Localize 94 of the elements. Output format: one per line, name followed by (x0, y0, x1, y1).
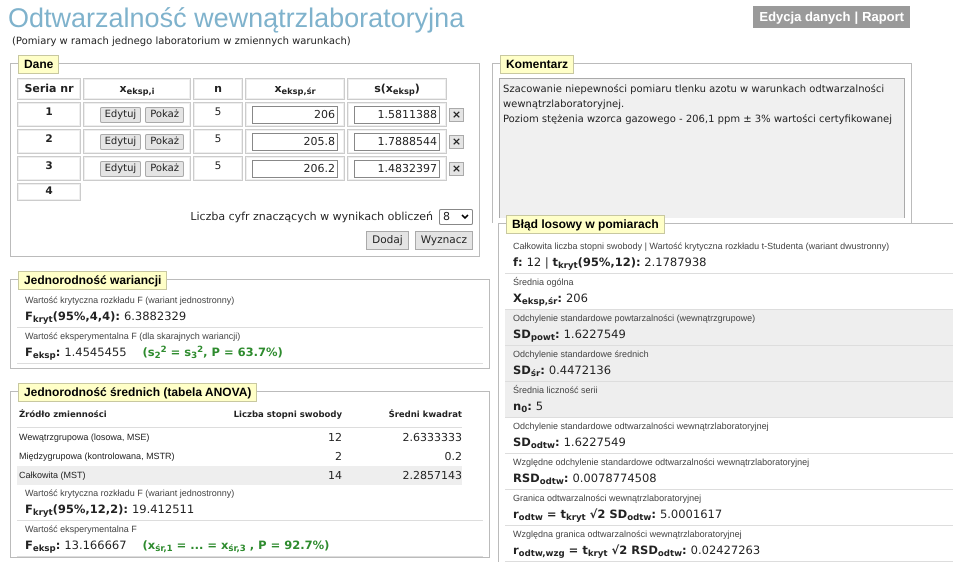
edit-button[interactable]: Edytuj (100, 106, 142, 122)
table-cell-text: 2.6333333 (402, 430, 462, 446)
column-header: Źródło zmienności (17, 404, 217, 428)
result-label: Względna granica odtwarzalności wewnątrzlaboratoryjnej (513, 528, 743, 541)
series-number: 4 (17, 183, 81, 201)
table-cell: Całkowita (MST) (17, 466, 217, 486)
column-header: x$_{eksp,i}$ (83, 78, 191, 100)
mean-field[interactable]: 205.8 (252, 132, 338, 150)
add-button[interactable]: Dodaj (366, 230, 409, 250)
comment-field[interactable]: Szacowanie niepewności pomiaru tlenku azotu w warunkach odtwarzalności wewnątrzlaboratoryjnej. Poziom stężenia wzorca gazowego - 206,1 ppm ± 3% wartości certyfikowanej (499, 78, 905, 218)
table-cell: 2.2857143 (342, 466, 462, 486)
result-label: Względne odchylenie standardowe odtwarzalności wewnątrzlaboratoryjnej (513, 456, 810, 469)
digits-select[interactable]: 8 (439, 209, 473, 226)
table-cell: 5 (193, 156, 243, 181)
result-label: Średnia ogólna (513, 276, 575, 289)
formula: n$_{0}$: (513, 398, 532, 415)
page-title: Odtwarzalność wewnątrzlaboratoryjna (8, 2, 464, 34)
formula: r$_{odtw}$ = t$_{kryt}$ √2 SD$_{odtw}$: (513, 506, 656, 523)
edit-button[interactable]: Edytuj (100, 160, 142, 176)
delete-button[interactable]: × (449, 134, 464, 148)
result-label: Wartość krytyczna rozkładu F (wariant jednostronny) (25, 294, 236, 308)
sd-field[interactable]: 1.4832397 (354, 160, 440, 178)
formula: SD$_{powt}$: (513, 326, 560, 343)
sd-field[interactable]: 1.5811388 (354, 106, 440, 124)
table-cell-text: 0.2 (444, 449, 462, 466)
delete-button[interactable]: × (449, 162, 464, 176)
table-cell-text: 2 (334, 449, 342, 466)
result-label: Wartość eksperymentalna F (dla skarajnych wariancji) (25, 330, 242, 344)
panel-legend: Komentarz (500, 55, 574, 74)
result-label: Odchylenie standardowe powtarzalności (wewnątrzgrupowe) (513, 312, 756, 325)
result-value: 5.0001617 (660, 506, 722, 523)
series-number: 1 (17, 102, 81, 127)
formula: SD$_{odtw}$: (513, 434, 560, 451)
column-header: Liczba stopni swobody (217, 404, 342, 428)
result-note: (x$_{śr,1}$ = ... = x$_{śr,3}$ , P = 92.7%) (142, 537, 330, 554)
column-header: n (193, 78, 243, 100)
compute-button[interactable]: Wyznacz (414, 230, 473, 250)
formula: X$_{eksp,śr}$: (513, 290, 562, 307)
result-value: 13.166667 (64, 537, 127, 554)
table-cell: 5 (193, 129, 243, 154)
formula: SD$_{śr}$: (513, 362, 545, 379)
result-value: 206 (566, 290, 588, 307)
column-header: Seria nr (17, 78, 81, 100)
panel-legend: Jednorodność wariancji (18, 271, 168, 290)
table-cell: 5 (193, 102, 243, 127)
nav-separator: | (854, 8, 858, 26)
column-header: x$_{eksp,śr}$ (245, 78, 345, 100)
result-label: Wartość krytyczna rozkładu F (wariant jednostronny) (25, 487, 236, 500)
result-value: 0.02427263 (690, 542, 760, 559)
show-button[interactable]: Pokaż (145, 134, 184, 150)
table-cell-text: 12 (327, 430, 342, 446)
result-label: Wartość eksperymentalna F (25, 523, 138, 536)
result-value: 0.4472136 (548, 362, 612, 379)
result-value: 0.0078774508 (572, 470, 657, 487)
result-label: Całkowita liczba stopni swobody | Wartość krytyczna rozkładu t-Studenta (wariant dwustronny) (513, 240, 890, 253)
table-cell-text: Wewątrzgrupowa (losowa, MSE) (18, 431, 150, 444)
formula: f: (513, 254, 523, 271)
series-number: 3 (17, 156, 81, 181)
panel-legend: Dane (18, 55, 60, 74)
show-button[interactable]: Pokaż (145, 106, 184, 122)
formula: F$_{eksp}$: (25, 344, 60, 362)
series-number: 2 (17, 129, 81, 154)
formula: F$_{kryt}$(95%,12,2): (25, 501, 128, 518)
formula: F$_{kryt}$(95%,4,4): (25, 308, 120, 326)
result-label: Granica odtwarzalności wewnątrzlaboratoryjnej (513, 492, 702, 505)
page-subtitle: (Pomiary w ramach jednego laboratorium w zmiennych warunkach) (11, 35, 352, 49)
result-value: 12 | t$_{kryt}$(95%,12): 2.1787938 (526, 254, 707, 271)
sd-field[interactable]: 1.7888544 (354, 132, 440, 150)
result-value: 1.6227549 (564, 434, 626, 451)
mean-field[interactable]: 206 (252, 106, 338, 124)
result-value: 1.4545455 (64, 344, 127, 362)
result-value: 6.3882329 (124, 308, 186, 326)
chevron-down-icon (461, 214, 469, 220)
formula: RSD$_{odtw}$: (513, 470, 568, 487)
table-cell: 14 (217, 466, 342, 486)
result-value: 5 (536, 398, 544, 415)
result-label: Średnia liczność serii (513, 384, 599, 397)
column-header: Średni kwadrat (342, 404, 462, 428)
show-button[interactable]: Pokaż (145, 160, 184, 176)
result-note: (s$_{2}$$^{2}$ = s$_{3}$$^{2}$, P = 63.7%) (142, 344, 283, 362)
panel-legend: Jednorodność średnich (tabela ANOVA) (18, 383, 258, 402)
edit-button[interactable]: Edytuj (100, 134, 142, 150)
mean-field[interactable]: 206.2 (252, 160, 338, 178)
result-label: Odchylenie standardowe średnich (513, 348, 650, 361)
result-value: 19.412511 (132, 501, 194, 518)
digits-label: Liczba cyfr znaczących w wynikach obliczeń (190, 209, 433, 225)
table-cell-text: Międzygrupowa (kontrolowana, MSTR) (18, 450, 176, 464)
result-value: 1.6227549 (564, 326, 626, 343)
panel-legend: Błąd losowy w pomiarach (506, 215, 665, 234)
result-label: Odchylenie standardowe odtwarzalności wewnątrzlaboratoryjnej (513, 420, 770, 433)
column-header: s(x$_{eksp}$) (347, 78, 447, 100)
delete-button[interactable]: × (449, 108, 464, 122)
formula: F$_{eksp}$: (25, 537, 60, 554)
formula: r$_{odtw,wzg}$ = t$_{kryt}$ √2 RSD$_{odtw}$: (513, 542, 687, 559)
